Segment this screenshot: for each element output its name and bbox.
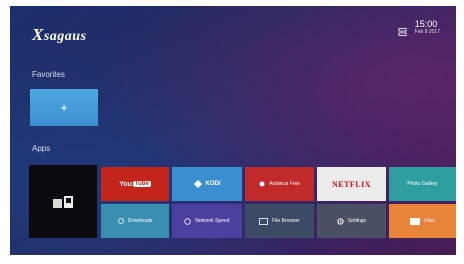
app-tile-file-browser[interactable]: File Browser <box>245 204 314 238</box>
folder-icon <box>259 218 268 225</box>
app-tile-files[interactable]: Files <box>389 204 456 238</box>
app-tile-settings[interactable]: Settings <box>317 204 386 238</box>
status-bar: 15:00 Feb 8 2017 <box>398 19 440 37</box>
add-favorite-button[interactable]: + <box>30 89 98 126</box>
gear-icon <box>337 217 344 225</box>
youtube-logo: You Tube <box>119 180 151 188</box>
app-tile-youtube[interactable]: You Tube <box>101 167 169 201</box>
plus-icon: + <box>60 100 68 115</box>
files-icon <box>410 218 421 225</box>
time-label: 15:00 <box>414 19 438 29</box>
date-label: Feb 8 2017 <box>414 29 440 35</box>
shield-icon <box>259 181 265 187</box>
featured-app-icon <box>53 195 73 208</box>
kodi-icon <box>193 180 202 188</box>
favorites-heading: Favorites <box>32 70 65 79</box>
clock: 15:00 Feb 8 2017 <box>415 19 440 36</box>
app-tile-network-speed[interactable]: Network Speed <box>172 204 242 238</box>
app-tile-kodi[interactable]: KODI <box>172 167 242 201</box>
app-tile-photo-gallery[interactable]: Photo Gallery <box>389 167 456 201</box>
app-tile-antivirus[interactable]: Antivirus Free <box>245 167 314 201</box>
brand-logo: Xsagaus <box>32 25 87 44</box>
apps-heading: Apps <box>32 144 51 153</box>
app-tile-downloads[interactable]: Downloads <box>101 204 169 238</box>
refresh-icon <box>184 217 192 225</box>
featured-app-tile[interactable] <box>29 165 97 238</box>
netflix-logo: NETFLIX <box>331 179 372 189</box>
download-icon <box>117 218 124 224</box>
tv-launcher-screen: Xsagaus 15:00 Feb 8 2017 Favorites + App… <box>10 6 456 255</box>
app-tile-netflix[interactable]: NETFLIX <box>317 167 386 201</box>
ethernet-icon <box>398 27 407 37</box>
